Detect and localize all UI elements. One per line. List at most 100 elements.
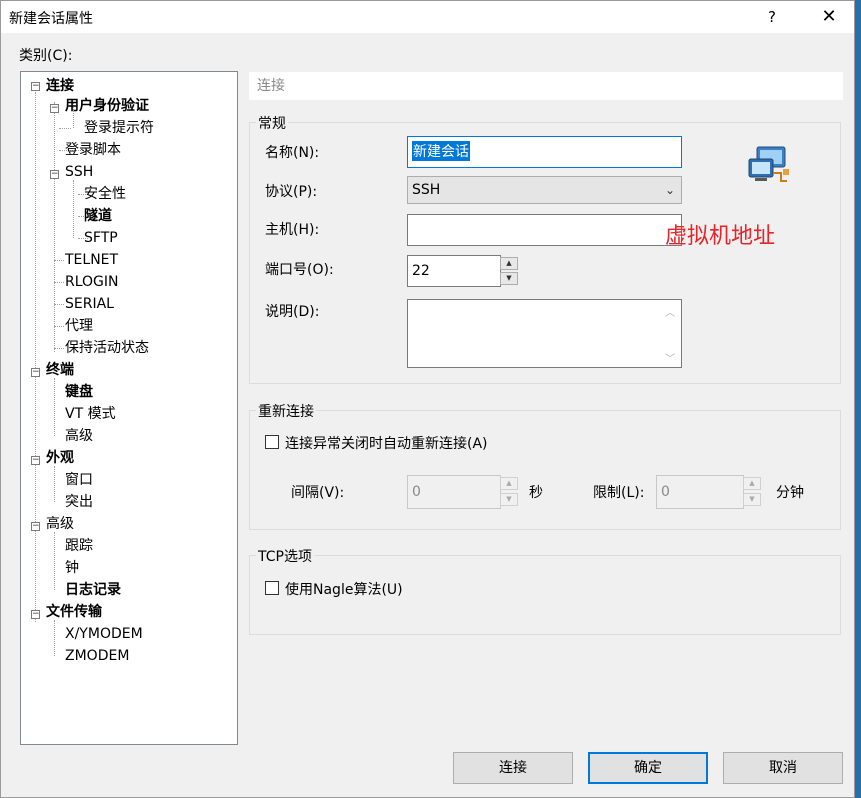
scroll-down-icon[interactable]: ﹀ [665, 350, 675, 365]
tree-item-security[interactable]: 安全性 [84, 184, 126, 204]
tree-item-keyboard[interactable]: 键盘 [65, 382, 93, 402]
interval-unit: 秒 [529, 485, 543, 501]
tree-item-keepalive[interactable]: 保持活动状态 [65, 338, 149, 358]
tree-item-login-prompt[interactable]: 登录提示符 [84, 118, 154, 138]
interval-value: 0 [412, 484, 421, 500]
description-textarea[interactable]: ︿ ﹀ [407, 299, 682, 368]
spin-down-icon[interactable]: ▼ [500, 272, 518, 285]
tree-line [54, 378, 55, 436]
protocol-label: 协议(P): [265, 184, 318, 200]
limit-spinner[interactable]: ▲ ▼ [743, 477, 761, 507]
tree-item-serial[interactable]: SERIAL [65, 294, 114, 314]
tree-line [54, 532, 55, 590]
tree-line [54, 348, 64, 349]
window-title: 新建会话属性 [9, 11, 93, 27]
reconnect-group [249, 410, 841, 530]
host-input[interactable] [407, 214, 682, 246]
section-header: 连接 [249, 72, 843, 100]
host-label: 主机(H): [265, 222, 320, 238]
connect-button[interactable]: 连接 [453, 752, 573, 784]
collapse-toggle-icon[interactable]: − [50, 104, 59, 113]
tree-item-xymodem[interactable]: X/YMODEM [65, 624, 143, 644]
tree-item-bell[interactable]: 钟 [65, 558, 79, 578]
nagle-checkbox[interactable] [265, 581, 279, 595]
auto-reconnect-checkbox[interactable] [265, 435, 279, 449]
scroll-up-icon[interactable]: ︿ [665, 304, 675, 319]
cancel-button[interactable]: 取消 [723, 752, 843, 784]
tree-item-proxy[interactable]: 代理 [65, 316, 93, 336]
tree-line [35, 92, 36, 622]
category-tree[interactable]: − − − − − − − 连接 用户身份验证 登录提示符 登录脚本 SSH 安… [20, 71, 238, 745]
tree-item-highlight[interactable]: 突出 [65, 492, 93, 512]
tree-item-sftp[interactable]: SFTP [84, 228, 118, 248]
tree-line [54, 620, 55, 656]
tree-line [59, 128, 71, 129]
tree-line [54, 282, 64, 283]
tree-item-advanced[interactable]: 高级 [46, 514, 74, 534]
session-properties-dialog: 新建会话属性 ? ✕ 类别(C): − − − − − − − 连接 用户身份验… [0, 0, 855, 798]
general-group-title: 常规 [256, 113, 288, 133]
limit-input[interactable]: 0 [656, 475, 744, 509]
tree-line [54, 260, 64, 261]
tree-line [54, 102, 55, 352]
name-label: 名称(N): [265, 145, 320, 161]
collapse-toggle-icon[interactable]: − [31, 82, 40, 91]
collapse-toggle-icon[interactable]: − [31, 368, 40, 377]
ok-button[interactable]: 确定 [588, 752, 708, 784]
spin-down-icon[interactable]: ▼ [500, 493, 518, 506]
name-input-value: 新建会话 [412, 141, 470, 161]
tree-item-file-transfer[interactable]: 文件传输 [46, 602, 102, 622]
category-label: 类别(C): [19, 48, 73, 64]
collapse-toggle-icon[interactable]: − [31, 456, 40, 465]
tree-item-trace[interactable]: 跟踪 [65, 536, 93, 556]
tree-line [54, 326, 64, 327]
tree-item-vt-mode[interactable]: VT 模式 [65, 404, 116, 424]
limit-label: 限制(L): [593, 485, 645, 501]
port-input-value: 22 [412, 263, 430, 279]
nagle-label[interactable]: 使用Nagle算法(U) [285, 579, 403, 599]
tree-line [54, 304, 64, 305]
interval-label: 间隔(V): [291, 485, 345, 501]
desktop-background-strip [855, 0, 861, 798]
reconnect-group-title: 重新连接 [256, 401, 316, 421]
collapse-toggle-icon[interactable]: − [31, 610, 40, 619]
spin-up-icon[interactable]: ▲ [500, 257, 518, 270]
spin-down-icon[interactable]: ▼ [743, 493, 761, 506]
tree-item-appearance[interactable]: 外观 [46, 448, 74, 468]
name-input[interactable]: 新建会话 [407, 136, 682, 168]
protocol-select[interactable]: SSH ⌄ [407, 176, 682, 204]
network-computer-icon [748, 146, 789, 182]
port-input[interactable]: 22 [407, 255, 501, 287]
port-spinner[interactable]: ▲ ▼ [500, 257, 518, 285]
chevron-down-icon: ⌄ [664, 183, 675, 197]
port-label: 端口号(O): [265, 262, 334, 278]
tree-item-window[interactable]: 窗口 [65, 470, 93, 490]
collapse-toggle-icon[interactable]: − [50, 170, 59, 179]
tree-item-connection[interactable]: 连接 [46, 76, 74, 96]
tree-item-login-script[interactable]: 登录脚本 [65, 140, 121, 160]
interval-spinner[interactable]: ▲ ▼ [500, 477, 518, 507]
collapse-toggle-icon[interactable]: − [31, 522, 40, 531]
description-label: 说明(D): [265, 304, 320, 320]
tree-item-terminal-advanced[interactable]: 高级 [65, 426, 93, 446]
tree-item-ssh[interactable]: SSH [65, 162, 93, 182]
tcp-group-title: TCP选项 [256, 546, 314, 566]
tree-item-authentication[interactable]: 用户身份验证 [65, 96, 149, 116]
tree-item-tunnel[interactable]: 隧道 [84, 206, 112, 226]
tree-item-rlogin[interactable]: RLOGIN [65, 272, 119, 292]
tree-line [73, 180, 74, 238]
spin-up-icon[interactable]: ▲ [743, 477, 761, 490]
tree-item-zmodem[interactable]: ZMODEM [65, 646, 129, 666]
spin-up-icon[interactable]: ▲ [500, 477, 518, 490]
title-bar[interactable]: 新建会话属性 ? ✕ [1, 1, 854, 33]
interval-input[interactable]: 0 [407, 475, 501, 509]
protocol-value: SSH [412, 182, 441, 198]
auto-reconnect-label[interactable]: 连接异常关闭时自动重新连接(A) [285, 433, 488, 453]
tree-line [54, 466, 55, 502]
limit-value: 0 [661, 484, 670, 500]
help-button[interactable]: ? [757, 1, 787, 33]
tree-item-telnet[interactable]: TELNET [65, 250, 118, 270]
tree-item-logging[interactable]: 日志记录 [65, 580, 121, 600]
tree-item-terminal[interactable]: 终端 [46, 360, 74, 380]
close-button[interactable]: ✕ [811, 1, 847, 33]
